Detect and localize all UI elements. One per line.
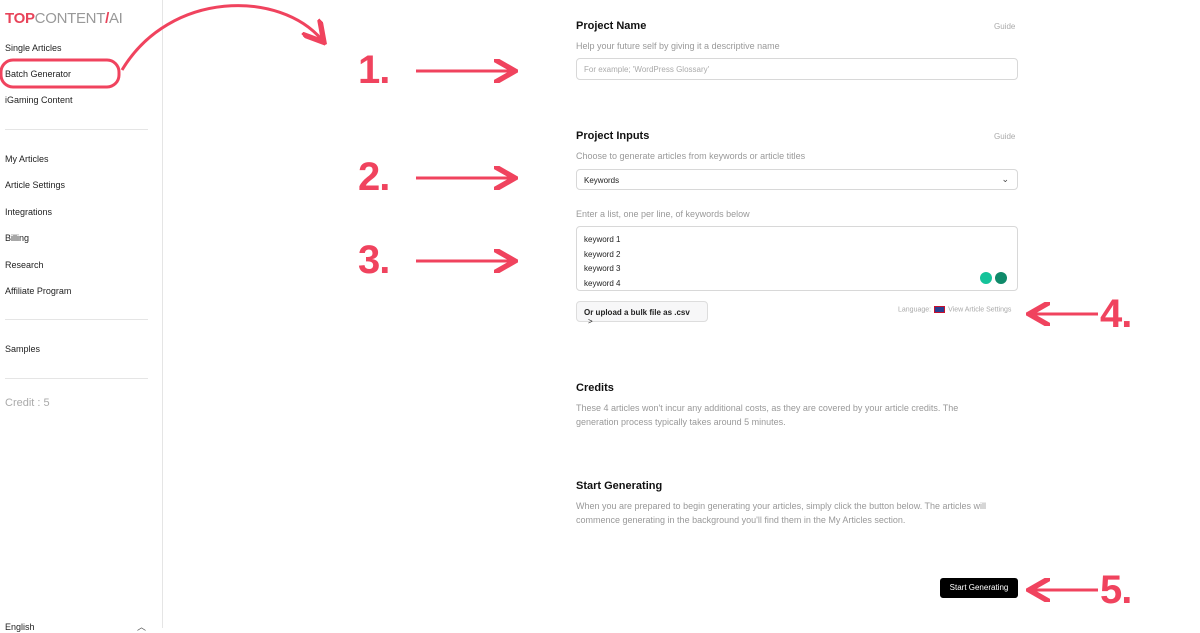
step-number-1: 1. <box>358 48 390 92</box>
curved-arrow <box>120 4 322 71</box>
highlight-ring <box>0 58 121 89</box>
annotation-arrows <box>0 4 1098 628</box>
step-number-4: 4. <box>1100 292 1132 336</box>
step-number-5: 5. <box>1100 568 1132 612</box>
step-number-2: 2. <box>358 155 390 199</box>
step-number-3: 3. <box>358 238 390 282</box>
